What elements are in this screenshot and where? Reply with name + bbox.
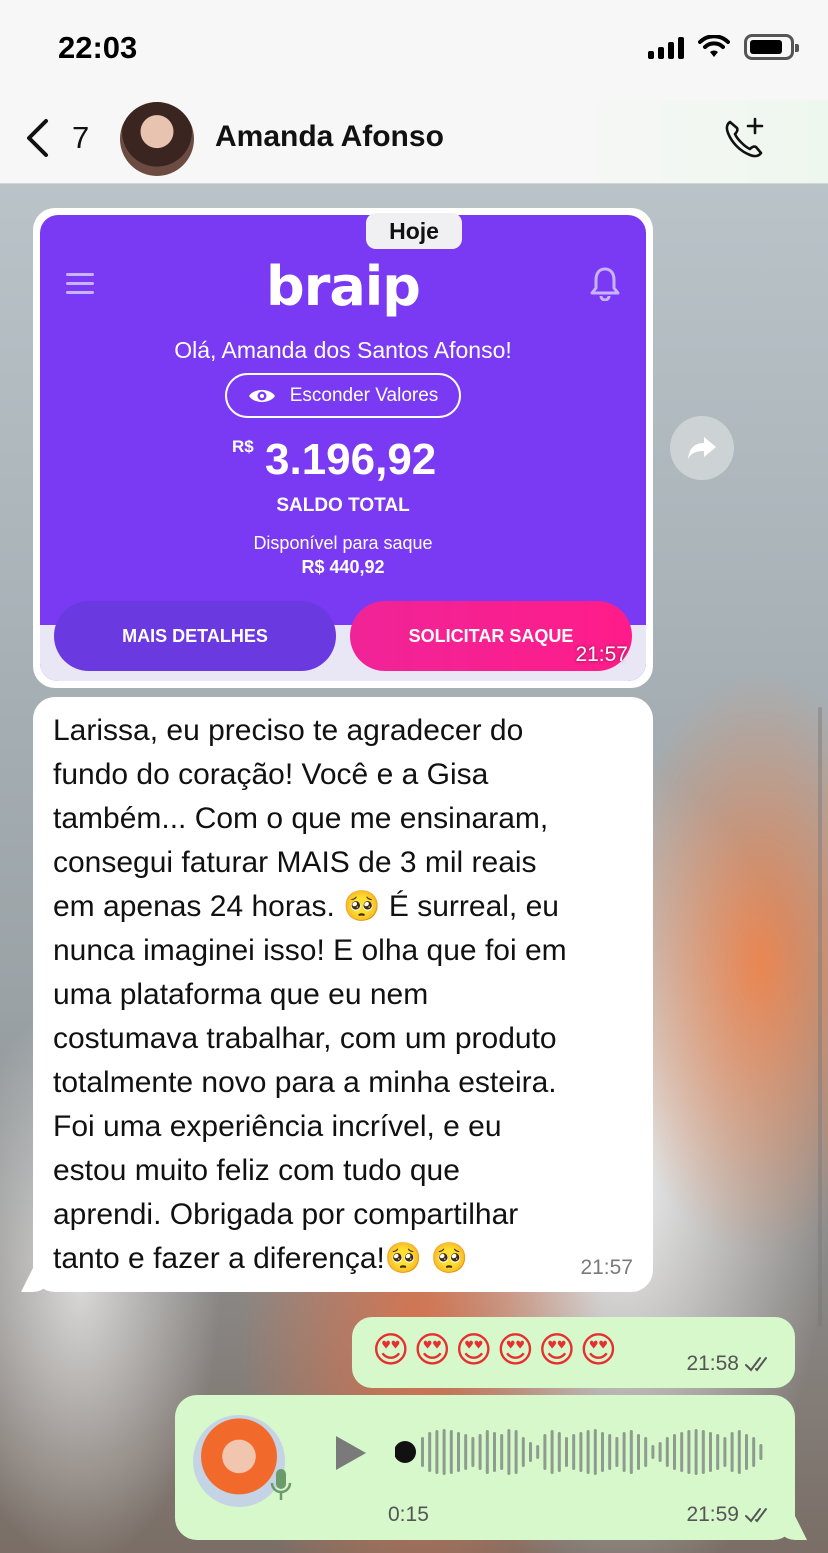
message-time: 21:58 [686, 1352, 739, 1375]
waveform-bar [579, 1432, 583, 1472]
waveform-bar [680, 1432, 684, 1472]
battery-icon [744, 34, 799, 60]
emoji-message: 😍😍😍😍😍😍 [372, 1329, 622, 1370]
waveform-bar [723, 1437, 727, 1467]
image-message-bubble[interactable]: braip Olá, Amanda dos Santos Afonso! Esc… [33, 208, 653, 688]
audio-waveform[interactable] [395, 1425, 775, 1479]
text-message-bubble[interactable]: Larissa, eu preciso te agradecer do fund… [33, 697, 653, 1292]
play-icon[interactable] [330, 1433, 370, 1473]
waveform-bar [442, 1429, 446, 1475]
waveform-bar [694, 1429, 698, 1475]
message-text: Larissa, eu preciso te agradecer do fund… [53, 714, 567, 1275]
waveform-bar [586, 1430, 590, 1474]
status-icons [648, 34, 799, 60]
waveform-bar [644, 1437, 648, 1467]
braip-logo: braip [266, 255, 421, 318]
microphone-icon [270, 1469, 292, 1500]
hide-values-label: Esconder Valores [289, 384, 439, 406]
waveform-bar [521, 1437, 525, 1467]
total-balance: 3.196,92 [265, 435, 437, 484]
waveform-bar [457, 1432, 460, 1472]
braip-screenshot: braip Olá, Amanda dos Santos Afonso! Esc… [40, 215, 646, 681]
date-separator: Hoje [366, 213, 462, 249]
waveform-bar [651, 1445, 655, 1459]
back-button[interactable]: 7 [24, 118, 89, 158]
waveform-bar [421, 1437, 424, 1467]
voice-message-bubble[interactable]: 0:15 21:59 [175, 1395, 795, 1540]
waveform-bar [629, 1430, 633, 1474]
waveform-bar [464, 1434, 468, 1470]
waveform-bar [637, 1434, 640, 1470]
eye-icon [248, 389, 275, 402]
contact-name[interactable]: Amanda Afonso [215, 120, 444, 154]
double-check-icon [745, 1508, 767, 1523]
waveform-bar [673, 1434, 676, 1470]
scroll-indicator [818, 707, 822, 1327]
currency-symbol: R$ [232, 437, 254, 456]
message-time: 21:59 [686, 1503, 739, 1526]
waveform-bar [716, 1434, 720, 1470]
forward-button[interactable] [670, 416, 734, 480]
forward-icon [688, 437, 716, 459]
waveform-bar [514, 1430, 518, 1474]
waveform-bar [752, 1437, 756, 1467]
waveform-bar [687, 1430, 691, 1474]
waveform-bar [565, 1437, 568, 1467]
waveform-bar [737, 1430, 741, 1474]
waveform-bar [478, 1434, 482, 1470]
chat-header: 7 Amanda Afonso [0, 100, 828, 184]
waveform-bar [601, 1432, 604, 1472]
message-time: 21:57 [575, 643, 628, 666]
waveform-bar [471, 1437, 475, 1467]
balance-label: SALDO TOTAL [276, 495, 410, 516]
available-label: Disponível para saque [253, 533, 433, 553]
waveform-bar [493, 1432, 496, 1472]
waveform-bar [665, 1437, 669, 1467]
waveform-bar [428, 1432, 432, 1472]
add-call-icon[interactable] [722, 116, 768, 162]
contact-avatar[interactable] [120, 102, 194, 176]
double-check-icon [745, 1357, 767, 1372]
cellular-signal-icon [648, 35, 684, 59]
waveform-bar [557, 1432, 561, 1472]
bell-icon [590, 267, 620, 301]
waveform-bar [485, 1430, 489, 1474]
waveform-bar [745, 1434, 748, 1470]
waveform-bar [529, 1442, 532, 1462]
waveform-bar [500, 1434, 504, 1470]
waveform-bar [730, 1432, 734, 1472]
voice-duration: 0:15 [388, 1503, 429, 1526]
waveform-bar [658, 1442, 662, 1462]
status-bar: 22:03 [0, 0, 828, 100]
message-status: 21:58 [686, 1352, 775, 1376]
waveform-bar [759, 1444, 763, 1460]
waveform-bar [507, 1429, 511, 1475]
waveform-bar [709, 1432, 712, 1472]
waveform-bar [449, 1430, 453, 1474]
hide-values-pill: Esconder Valores [225, 373, 461, 418]
status-time: 22:03 [58, 30, 138, 65]
waveform-bar [622, 1432, 626, 1472]
details-button: MAIS DETALHES [54, 601, 336, 671]
wifi-icon [698, 35, 730, 57]
unread-count: 7 [72, 120, 90, 155]
waveform-bar [543, 1434, 547, 1470]
waveform-bar [615, 1437, 619, 1467]
waveform-bar [550, 1430, 554, 1474]
waveform-bar [536, 1445, 540, 1459]
available-value: R$ 440,92 [301, 557, 385, 577]
greeting-text: Olá, Amanda dos Santos Afonso! [174, 337, 512, 363]
waveform-bar [608, 1434, 612, 1470]
waveform-bar [435, 1430, 439, 1474]
chevron-left-icon [27, 119, 48, 157]
message-time: 21:57 [580, 1256, 633, 1279]
waveform-bar [593, 1429, 597, 1475]
outgoing-emoji-bubble[interactable]: 😍😍😍😍😍😍 21:58 [352, 1317, 795, 1388]
waveform-bar [701, 1430, 705, 1474]
message-status: 21:59 [686, 1503, 775, 1527]
waveform-bar [572, 1434, 576, 1470]
